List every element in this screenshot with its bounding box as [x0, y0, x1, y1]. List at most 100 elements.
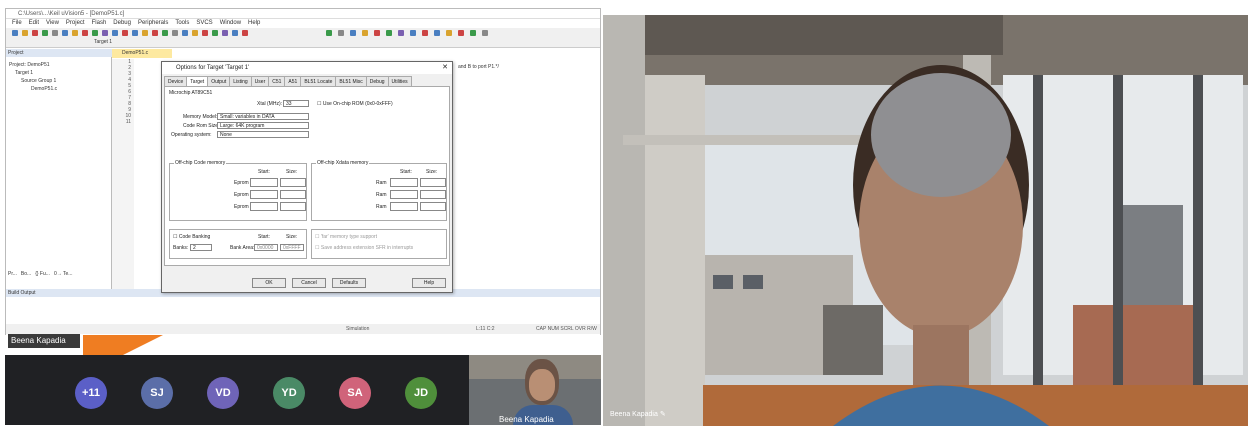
toolbar-button-icon[interactable] — [410, 30, 416, 36]
bank-end-input[interactable]: 0xFFFF — [280, 244, 304, 251]
toolbar-button-icon[interactable] — [172, 30, 178, 36]
toolbar-button-icon[interactable] — [350, 30, 356, 36]
participant-avatar[interactable]: SA — [339, 377, 371, 409]
ide-title-bar: C:\Users\...\Keil uVision5 - [DemoP51.c] — [6, 9, 600, 19]
ram-start-input[interactable] — [390, 178, 418, 187]
use-onchip-rom-checkbox[interactable]: ☐ Use On-chip ROM (0x0-0xFFF) — [317, 101, 393, 107]
banks-select[interactable]: 2 — [190, 244, 212, 251]
toolbar-button-icon[interactable] — [82, 30, 88, 36]
toolbar-button-icon[interactable] — [32, 30, 38, 36]
menu-item[interactable]: Flash — [92, 20, 107, 26]
toolbar-button-icon[interactable] — [446, 30, 452, 36]
ram-size-input[interactable] — [420, 190, 446, 199]
toolbar-button-icon[interactable] — [42, 30, 48, 36]
help-button[interactable]: Help — [412, 278, 446, 288]
tree-item[interactable]: Source Group 1 — [9, 77, 57, 85]
toolbar-button-icon[interactable] — [458, 30, 464, 36]
ram-size-input[interactable] — [420, 202, 446, 211]
participant-avatar[interactable]: SJ — [141, 377, 173, 409]
pin-icon[interactable]: ✎ — [660, 411, 666, 418]
toolbar-button-icon[interactable] — [338, 30, 344, 36]
toolbar-button-icon[interactable] — [52, 30, 58, 36]
target-select[interactable]: Target 1 — [94, 39, 112, 45]
size-label: Size: — [286, 169, 298, 175]
toolbar-button-icon[interactable] — [326, 30, 332, 36]
toolbar-button-icon[interactable] — [92, 30, 98, 36]
defaults-button[interactable]: Defaults — [332, 278, 366, 288]
menu-item[interactable]: View — [46, 20, 59, 26]
toolbar-button-icon[interactable] — [422, 30, 428, 36]
panel-tab[interactable]: Bo... — [21, 271, 31, 277]
toolbar-button-icon[interactable] — [62, 30, 68, 36]
editor-tab[interactable]: DemoP51.c — [112, 49, 172, 58]
toolbar-button-icon[interactable] — [362, 30, 368, 36]
toolbar-button-icon[interactable] — [182, 30, 188, 36]
xtal-input[interactable]: 33 — [283, 100, 309, 107]
toolbar-button-icon[interactable] — [470, 30, 476, 36]
toolbar-button-icon[interactable] — [112, 30, 118, 36]
panel-tab[interactable]: 0→ Te... — [54, 271, 73, 277]
close-icon[interactable]: ✕ — [442, 62, 448, 74]
participant-avatar[interactable]: +11 — [75, 377, 107, 409]
toolbar-button-icon[interactable] — [222, 30, 228, 36]
toolbar-button-icon[interactable] — [72, 30, 78, 36]
participant-avatar[interactable]: VD — [207, 377, 239, 409]
memory-model-select[interactable]: Small: variables in DATA — [217, 113, 309, 120]
code-rom-select[interactable]: Large: 64K program — [217, 122, 309, 129]
menu-item[interactable]: Help — [248, 20, 260, 26]
ok-button[interactable]: OK — [252, 278, 286, 288]
toolbar-button-icon[interactable] — [12, 30, 18, 36]
ram-start-input[interactable] — [390, 190, 418, 199]
toolbar-button-icon[interactable] — [232, 30, 238, 36]
toolbar-button-icon[interactable] — [434, 30, 440, 36]
panel-tab[interactable]: Pr... — [8, 271, 17, 277]
eprom-size-input[interactable] — [280, 178, 306, 187]
code-banking-checkbox[interactable]: ☐ Code Banking — [173, 234, 210, 240]
toolbar-button-icon[interactable] — [152, 30, 158, 36]
menu-item[interactable]: Edit — [29, 20, 39, 26]
toolbar-button-icon[interactable] — [192, 30, 198, 36]
eprom-size-input[interactable] — [280, 190, 306, 199]
menu-item[interactable]: Window — [220, 20, 241, 26]
menu-item[interactable]: Debug — [113, 20, 131, 26]
eprom-start-input[interactable] — [250, 178, 278, 187]
menu-item[interactable]: File — [12, 20, 22, 26]
toolbar-button-icon[interactable] — [132, 30, 138, 36]
panel-tab[interactable]: {} Fu... — [35, 271, 50, 277]
eprom-size-input[interactable] — [280, 202, 306, 211]
toolbar-button-icon[interactable] — [374, 30, 380, 36]
ram-start-input[interactable] — [390, 202, 418, 211]
menu-item[interactable]: SVCS — [196, 20, 212, 26]
self-video-thumbnail[interactable]: Beena Kapadia — [469, 355, 601, 425]
eprom-start-input[interactable] — [250, 202, 278, 211]
toolbar-button-icon[interactable] — [142, 30, 148, 36]
save-address-checkbox[interactable]: ☐ Save address extension SFR in interrup… — [315, 245, 413, 251]
participant-avatar[interactable]: YD — [273, 377, 305, 409]
toolbar-button-icon[interactable] — [398, 30, 404, 36]
toolbar-button-icon[interactable] — [22, 30, 28, 36]
toolbar-button-icon[interactable] — [162, 30, 168, 36]
thumb-face — [529, 369, 555, 401]
toolbar-button-icon[interactable] — [122, 30, 128, 36]
eprom-label: Eprom — [234, 180, 249, 186]
bank-start-input[interactable]: 0x0000 — [254, 244, 278, 251]
toolbar-button-icon[interactable] — [212, 30, 218, 36]
tree-item[interactable]: DemoP51.c — [9, 85, 57, 93]
tree-item[interactable]: Target 1 — [9, 69, 57, 77]
menu-item[interactable]: Tools — [175, 20, 189, 26]
eprom-start-input[interactable] — [250, 190, 278, 199]
menu-item[interactable]: Peripherals — [138, 20, 168, 26]
tree-item[interactable]: Project: DemoP51 — [9, 61, 57, 69]
toolbar-button-icon[interactable] — [102, 30, 108, 36]
cancel-button[interactable]: Cancel — [292, 278, 326, 288]
toolbar-button-icon[interactable] — [242, 30, 248, 36]
far-memory-checkbox[interactable]: ☐ 'far' memory type support — [315, 234, 377, 240]
participant-avatar[interactable]: JD — [405, 377, 437, 409]
toolbar-button-icon[interactable] — [202, 30, 208, 36]
os-select[interactable]: None — [217, 131, 309, 138]
menu-item[interactable]: Project — [66, 20, 85, 26]
toolbar-button-icon[interactable] — [482, 30, 488, 36]
ram-size-input[interactable] — [420, 178, 446, 187]
toolbar-button-icon[interactable] — [386, 30, 392, 36]
status-left: Simulation — [346, 326, 370, 332]
